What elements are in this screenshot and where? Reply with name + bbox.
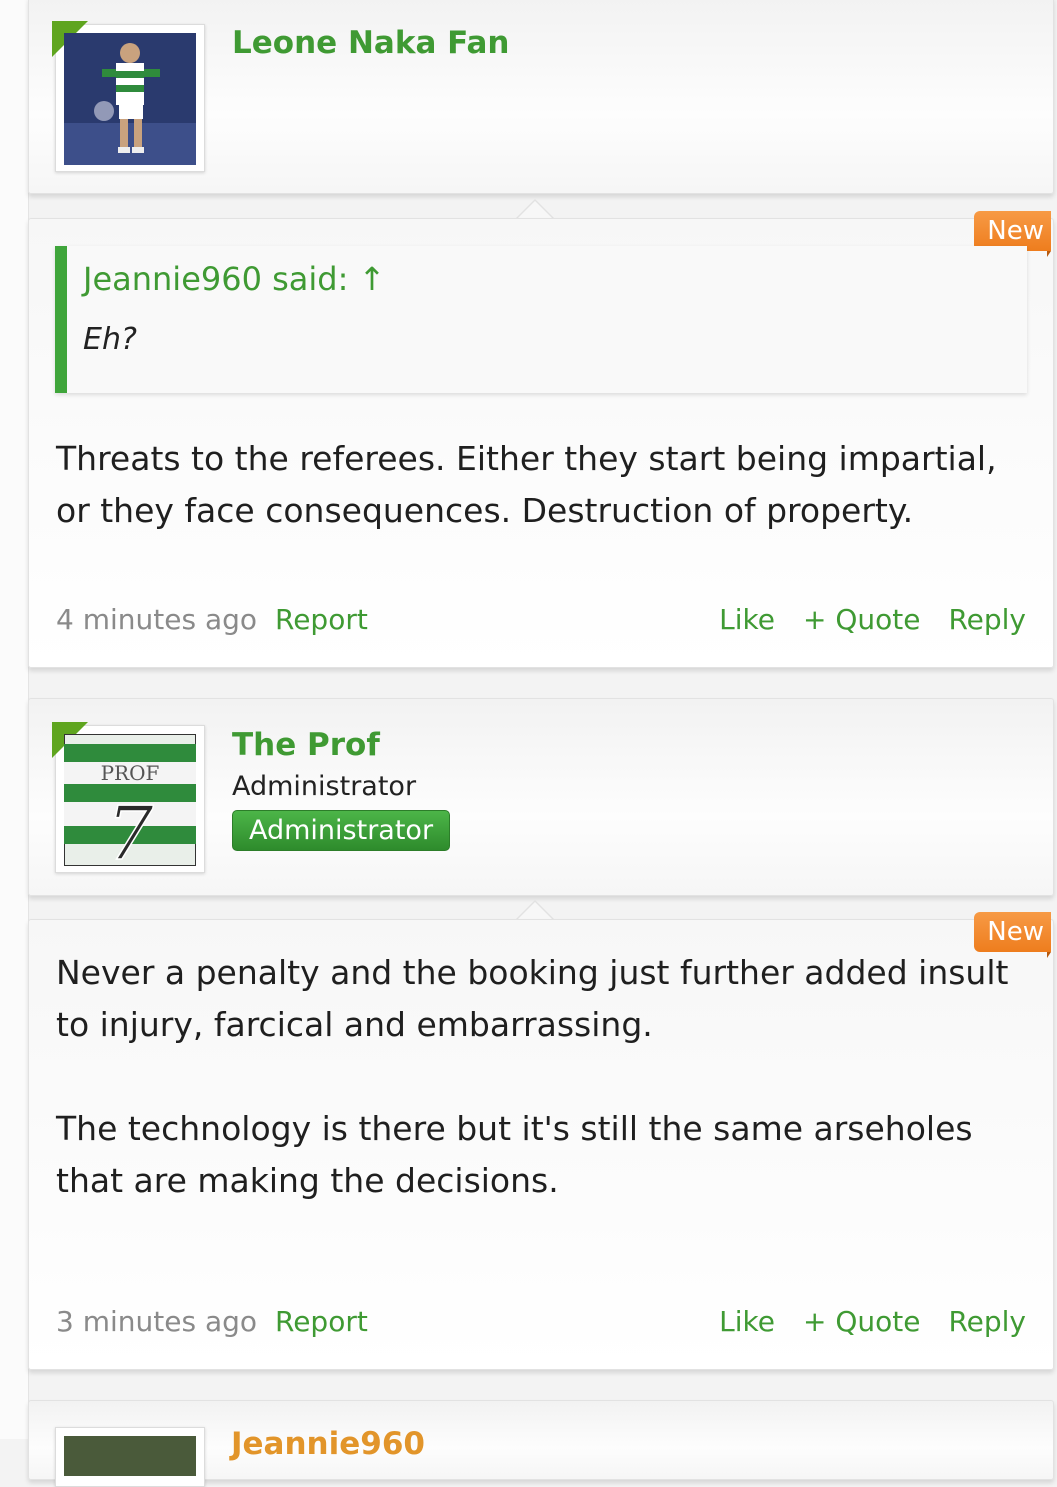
post-1-paragraph: Threats to the referees. Either they sta… — [56, 439, 997, 530]
quote-text: Eh? — [83, 322, 137, 357]
post-2-avatar[interactable]: PROF 7 — [52, 722, 205, 873]
post-2-quote-button[interactable]: + Quote — [803, 1305, 920, 1338]
post-1-user-card: Leone Naka Fan — [28, 0, 1054, 194]
post-1-message-card: New Jeannie960 said: ↑ Eh? Threats to th… — [28, 211, 1054, 668]
post-1-username[interactable]: Leone Naka Fan — [232, 25, 510, 61]
post-1-notch — [515, 199, 555, 219]
post-2-timestamp[interactable]: 3 minutes ago — [56, 1305, 257, 1338]
post-2-reply-button[interactable]: Reply — [948, 1305, 1026, 1338]
post-2-footer: 3 minutes ago Report Like + Quote Reply — [56, 1305, 1026, 1345]
post-2-paragraph-2: The technology is there but it's still t… — [56, 1109, 973, 1200]
post-1-report-link[interactable]: Report — [275, 603, 368, 636]
new-badge: New — [974, 211, 1051, 257]
avatar-number-text: 7 — [106, 791, 153, 866]
post-1-quote-button[interactable]: + Quote — [803, 603, 920, 636]
post-3-username[interactable]: Jeannie960 — [231, 1426, 425, 1462]
post-2-role-badge: Administrator — [232, 810, 451, 851]
post-1-actions: Like + Quote Reply — [719, 603, 1026, 636]
avatar-prof-text: PROF — [101, 761, 160, 785]
post-2-actions: Like + Quote Reply — [719, 1305, 1026, 1338]
new-badge: New — [974, 912, 1051, 958]
post-2-paragraph-1: Never a penalty and the booking just fur… — [56, 953, 1009, 1044]
post-2-username[interactable]: The Prof — [232, 727, 380, 763]
post-1-avatar[interactable] — [52, 21, 205, 172]
post-2-report-link[interactable]: Report — [275, 1305, 368, 1338]
post-3-avatar[interactable] — [55, 1427, 205, 1487]
post-3-user-card — [28, 1400, 1054, 1487]
post-2-body: Never a penalty and the booking just fur… — [56, 947, 1031, 1207]
post-2-user-card: PROF 7 The Prof Administrator Administra… — [28, 698, 1054, 896]
post-2-like-button[interactable]: Like — [719, 1305, 775, 1338]
left-gutter — [0, 0, 29, 1439]
post-1-body: Threats to the referees. Either they sta… — [56, 433, 1031, 537]
footballer-photo-icon — [64, 33, 196, 165]
post-1-like-button[interactable]: Like — [719, 603, 775, 636]
post-1-footer: 4 minutes ago Report Like + Quote Reply — [56, 603, 1026, 643]
post-3-avatar-image — [64, 1436, 196, 1476]
post-2-message-card: New Never a penalty and the booking just… — [28, 912, 1054, 1370]
quote-author-link[interactable]: Jeannie960 said: ↑ — [83, 260, 385, 298]
prof-7-jersey-icon: PROF 7 — [64, 734, 196, 866]
post-1-reply-button[interactable]: Reply — [948, 603, 1026, 636]
quote-block: Jeannie960 said: ↑ Eh? — [55, 246, 1027, 393]
post-2-user-title: Administrator — [232, 771, 417, 802]
post-1-timestamp[interactable]: 4 minutes ago — [56, 603, 257, 636]
post-2-notch — [515, 900, 555, 920]
